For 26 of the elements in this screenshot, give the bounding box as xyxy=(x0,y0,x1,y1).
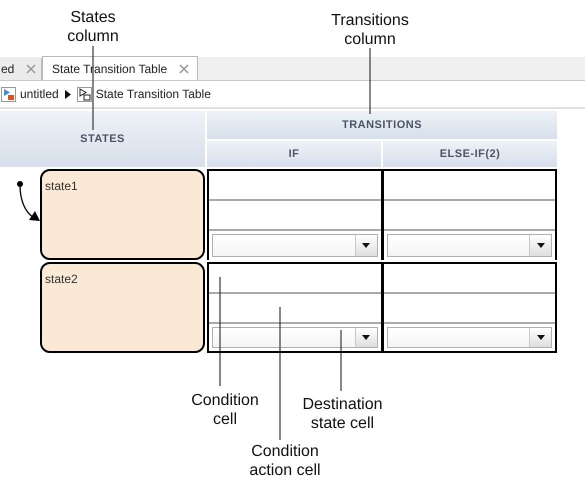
dropdown-caret-icon xyxy=(536,243,544,248)
dropdown-caret-icon xyxy=(362,335,370,340)
callout-label: States column xyxy=(66,8,120,46)
close-icon[interactable] xyxy=(179,64,190,74)
state-label: state1 xyxy=(45,179,78,193)
breadcrumb-link[interactable]: State Transition Table xyxy=(96,85,211,103)
column-header: ELSE-IF(2) xyxy=(383,141,557,167)
callout-label: Destination state cell xyxy=(301,395,384,433)
column-header: TRANSITIONS xyxy=(207,111,557,139)
column-header: IF xyxy=(207,141,381,167)
dropdown-caret-icon xyxy=(536,335,544,340)
callout-label: Condition action cell xyxy=(248,442,322,480)
leader-line xyxy=(369,48,371,114)
state-box[interactable]: state1 xyxy=(40,169,205,260)
dropdown-caret-icon xyxy=(362,243,370,248)
tab[interactable]: ed xyxy=(0,58,42,80)
close-icon[interactable] xyxy=(26,64,36,74)
column-header: STATES xyxy=(0,111,205,167)
callout-label: Transitions column xyxy=(330,11,410,49)
state-label: state2 xyxy=(45,272,78,286)
state-box[interactable]: state2 xyxy=(40,262,205,353)
breadcrumb-link[interactable]: untitled xyxy=(20,85,59,103)
leader-line xyxy=(340,330,342,391)
destination-dropdown[interactable] xyxy=(212,327,378,348)
callout-label: Condition cell xyxy=(190,391,260,429)
triangle-icon xyxy=(64,90,71,98)
